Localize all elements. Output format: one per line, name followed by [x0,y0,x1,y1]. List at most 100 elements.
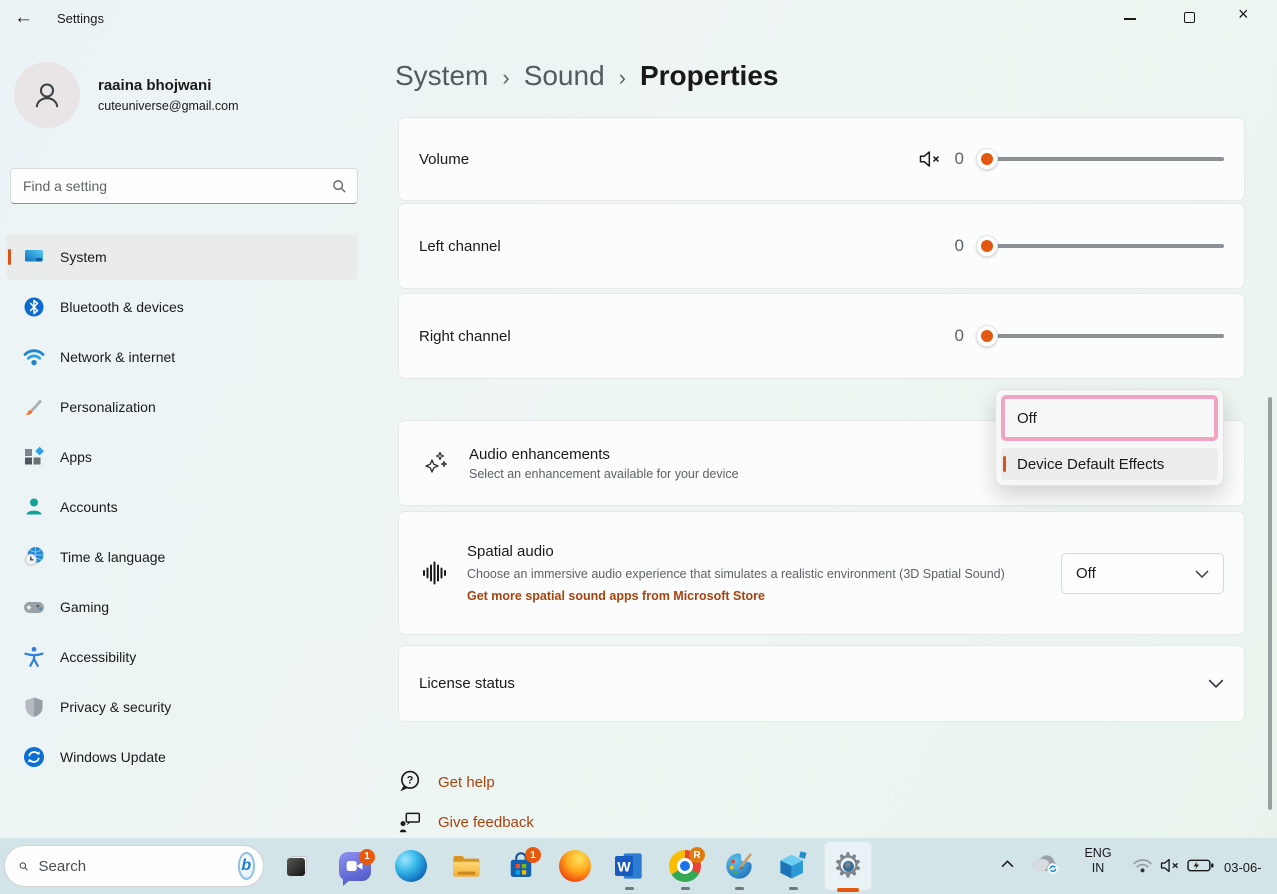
tray-date[interactable]: 03-06- [1224,860,1262,875]
back-button[interactable]: ← [14,7,33,29]
left-channel-label: Left channel [419,238,501,255]
find-setting-input[interactable] [23,178,332,194]
gear-icon: ⚙ [833,849,863,883]
sidebar-item-accounts[interactable]: Accounts [6,484,358,530]
sidebar-item-apps[interactable]: Apps [6,434,358,480]
chat-teams-icon[interactable]: 1 [335,846,375,886]
volume-slider-thumb[interactable] [976,148,998,170]
taskbar-search[interactable]: b [4,845,264,887]
content-scrollbar[interactable] [1268,397,1272,810]
enhancements-dropdown-popup: Off Device Default Effects [995,389,1224,486]
chrome-running-indicator [681,887,690,890]
sidebar-item-bluetooth-devices[interactable]: Bluetooth & devices [6,284,358,330]
chevron-down-icon [1195,570,1209,578]
search-icon [332,179,347,194]
person-icon [26,74,68,116]
window-title: Settings [57,11,104,26]
settings-window: ← Settings × raaina bhojwani cuteunivers… [0,0,1277,894]
wifi-icon [22,345,46,369]
word-running-indicator [625,887,634,890]
time-language-icon [22,545,46,569]
sidebar-item-network-internet[interactable]: Network & internet [6,334,358,380]
shield-icon [22,695,46,719]
word-icon[interactable]: W [609,846,649,886]
breadcrumb: System › Sound › Properties [395,60,778,92]
volume-slider[interactable] [976,148,1224,170]
store-badge: 1 [525,847,541,863]
spatial-audio-description: Choose an immersive audio experience tha… [467,564,1059,584]
task-view-icon[interactable] [277,846,317,886]
left-channel-value: 0 [955,236,964,256]
tray-volume-muted-icon[interactable] [1159,857,1182,874]
apps-icon [22,445,46,469]
chevron-right-icon: › [619,62,626,91]
avatar[interactable] [14,62,80,128]
sidebar-item-gaming[interactable]: Gaming [6,584,358,630]
windows-update-icon [22,745,46,769]
settings-active-indicator [837,888,859,892]
svg-text:W: W [617,859,631,875]
registry-running-indicator [789,887,798,890]
page-title: Properties [640,60,779,92]
tray-chevron-up-icon[interactable] [999,860,1015,868]
license-status-card[interactable]: License status [398,645,1245,722]
spatial-audio-dropdown[interactable]: Off [1061,553,1224,594]
close-button[interactable]: × [1238,5,1249,23]
mute-icon[interactable] [917,147,941,171]
accessibility-icon [22,645,46,669]
taskbar-search-input[interactable] [39,858,238,875]
dropdown-option-device-default-effects[interactable]: Device Default Effects [1001,448,1218,480]
microsoft-store-icon[interactable]: 1 [501,846,541,886]
spatial-audio-card: Spatial audio Choose an immersive audio … [398,511,1245,635]
chrome-icon[interactable]: R [665,846,705,886]
tray-wifi-icon[interactable] [1132,858,1153,873]
spatial-audio-icon [421,560,447,586]
give-feedback-link[interactable]: Give feedback [396,809,534,835]
brush-icon [22,395,46,419]
selected-accent-bar [8,249,11,265]
breadcrumb-sound[interactable]: Sound [524,60,605,92]
audio-enhancements-subtitle: Select an enhancement available for your… [469,467,739,481]
sidebar-item-privacy-security[interactable]: Privacy & security [6,684,358,730]
minimize-button[interactable] [1124,18,1136,20]
accounts-icon [22,495,46,519]
sidebar-item-accessibility[interactable]: Accessibility [6,634,358,680]
settings-taskbar-icon[interactable]: ⚙ [824,841,872,891]
tray-battery-icon[interactable] [1187,858,1214,873]
dropdown-option-off[interactable]: Off [1001,395,1218,441]
spatial-audio-store-link[interactable]: Get more spatial sound apps from Microso… [467,589,1059,603]
left-channel-slider-thumb[interactable] [976,235,998,257]
chat-badge: 1 [359,849,375,865]
chevron-down-icon[interactable] [1208,679,1224,688]
search-icon [19,858,29,875]
edge-icon[interactable] [391,846,431,886]
volume-card: Volume 0 [398,117,1245,201]
sidebar-item-personalization[interactable]: Personalization [6,384,358,430]
left-channel-slider[interactable] [976,235,1224,257]
right-channel-slider[interactable] [976,325,1224,347]
bing-chat-icon[interactable]: b [238,852,255,880]
find-setting-box[interactable] [10,168,358,204]
account-name: raaina bhojwani [98,77,211,94]
sidebar-item-time-language[interactable]: Time & language [6,534,358,580]
give-feedback-icon [396,809,422,835]
onedrive-icon[interactable] [1030,852,1062,876]
taskbar: b 1 [0,838,1277,894]
breadcrumb-system[interactable]: System [395,60,488,92]
paint-icon[interactable] [719,846,759,886]
sidebar-item-system[interactable]: System [6,234,358,280]
chrome-profile-badge: R [689,847,705,863]
maximize-button[interactable] [1184,12,1195,23]
registry-editor-icon[interactable] [773,846,813,886]
license-status-label: License status [419,675,515,692]
firefox-icon[interactable] [555,846,595,886]
spatial-audio-title: Spatial audio [467,543,1059,560]
language-indicator[interactable]: ENG IN [1076,846,1120,876]
paint-running-indicator [735,887,744,890]
file-explorer-icon[interactable] [446,846,486,886]
left-channel-card: Left channel 0 [398,203,1245,289]
bluetooth-icon [22,295,46,319]
right-channel-slider-thumb[interactable] [976,325,998,347]
sidebar-item-windows-update[interactable]: Windows Update [6,734,358,780]
get-help-link[interactable]: ? Get help [396,769,495,795]
